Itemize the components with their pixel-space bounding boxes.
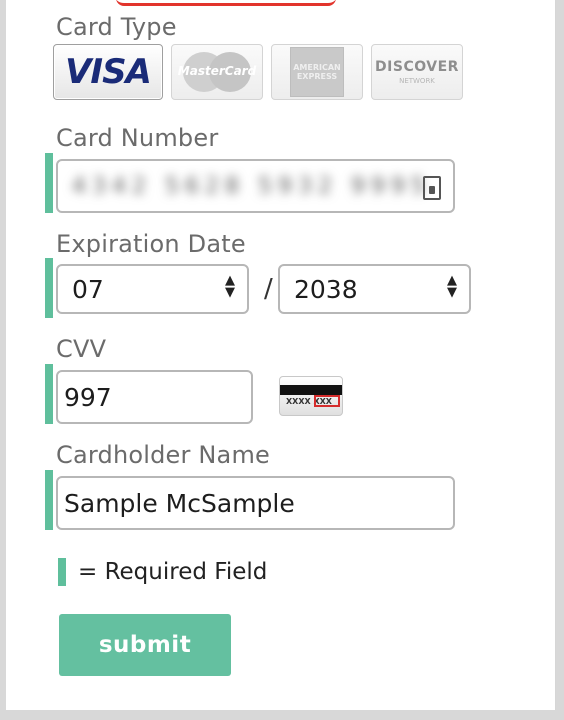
cvv-hint-icon: XXXX XXX (279, 376, 343, 416)
cardholder-name-label: Cardholder Name (56, 441, 271, 469)
cvv-label: CVV (56, 335, 107, 363)
select-arrows-icon: ▲ ▼ (225, 273, 235, 300)
visa-card-option[interactable]: VISA (53, 44, 163, 100)
card-number-value: 4342 5628 5932 9995 (72, 173, 431, 199)
expiration-date-label: Expiration Date (56, 230, 246, 258)
card-type-label: Card Type (56, 13, 177, 41)
submit-button[interactable]: submit (59, 614, 231, 676)
top-accent-border (116, 0, 336, 6)
card-number-label: Card Number (56, 124, 219, 152)
card-type-selector: VISA MasterCard AMERICAN EXPRESS DISCOVE… (53, 44, 463, 100)
discover-logo: DISCOVER NETWORK (375, 59, 459, 85)
discover-card-option[interactable]: DISCOVER NETWORK (371, 44, 463, 100)
exp-separator: / (264, 274, 273, 304)
required-indicator (45, 470, 53, 530)
required-swatch (58, 558, 66, 586)
mastercard-card-option[interactable]: MasterCard (171, 44, 263, 100)
exp-month-value: 07 (72, 274, 104, 304)
amex-logo: AMERICAN EXPRESS (290, 47, 344, 97)
exp-year-value: 2038 (294, 274, 358, 304)
wallet-icon (423, 176, 441, 200)
required-indicator (45, 364, 53, 424)
select-arrows-icon: ▲ ▼ (447, 273, 457, 300)
amex-card-option[interactable]: AMERICAN EXPRESS (271, 44, 363, 100)
payment-panel: Card Type VISA MasterCard AMERICAN EXPRE… (6, 0, 556, 710)
card-number-input[interactable]: 4342 5628 5932 9995 (56, 159, 455, 213)
required-field-legend: = Required Field (58, 558, 267, 586)
cardholder-name-value: Sample McSample (64, 488, 295, 518)
required-indicator (45, 153, 53, 213)
exp-month-select[interactable]: 07 ▲ ▼ (56, 264, 249, 314)
visa-logo: VISA (63, 52, 152, 92)
cardholder-name-input[interactable]: Sample McSample (56, 476, 455, 530)
mastercard-logo: MasterCard (177, 52, 257, 92)
required-legend-text: = Required Field (78, 559, 268, 585)
exp-year-select[interactable]: 2038 ▲ ▼ (278, 264, 471, 314)
cvv-input[interactable]: 997 (56, 370, 253, 424)
required-indicator (45, 258, 53, 318)
cvv-value: 997 (64, 382, 112, 412)
